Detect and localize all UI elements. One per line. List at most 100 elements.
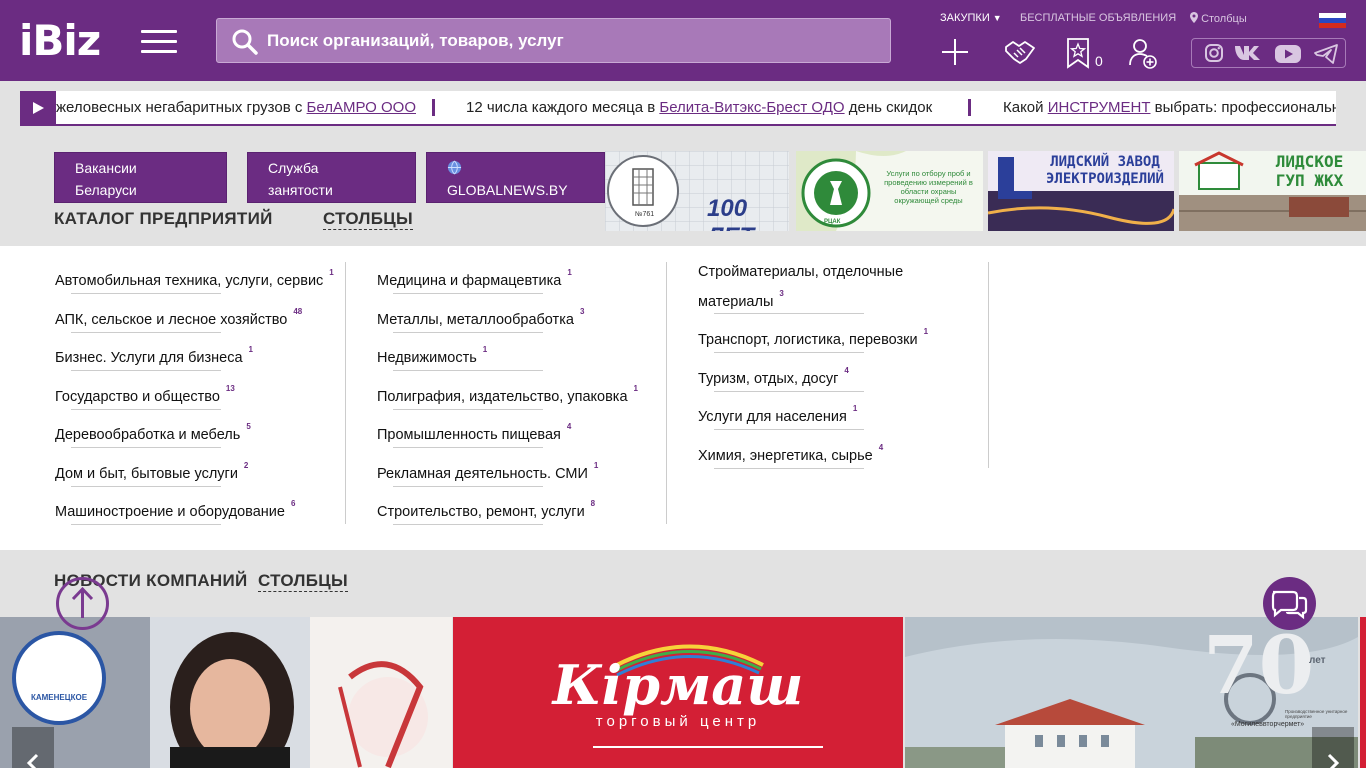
column-divider: [666, 262, 667, 524]
category-name: Промышленность пищевая: [377, 427, 561, 443]
ticker-link[interactable]: ИНСТРУМЕНТ: [1048, 99, 1151, 116]
category-count: 4: [566, 422, 572, 431]
category-count: 3: [579, 307, 585, 316]
chat-button[interactable]: [1263, 577, 1316, 630]
divider: [393, 524, 543, 525]
news-ticker: желовесных негабаритных грузов с БелАМРО…: [20, 91, 1336, 126]
catalog-category[interactable]: Государство и общество 13: [55, 378, 235, 408]
catalog-category[interactable]: Химия, энергетика, сырье 4: [698, 437, 883, 467]
youtube-icon[interactable]: [1274, 44, 1302, 69]
arrow-up-icon: [71, 586, 94, 618]
user-add-icon[interactable]: [1128, 37, 1158, 69]
menu-icon[interactable]: [141, 30, 177, 54]
category-count: 1: [482, 345, 488, 354]
ad-banner-lidskoe-gkh[interactable]: ЛИДСКОЕ ГУП ЖКХ: [1179, 151, 1366, 231]
catalog-category[interactable]: Промышленность пищевая 4: [377, 416, 571, 446]
purchases-link[interactable]: ЗАКУПКИ ▼: [940, 12, 1002, 24]
catalog-city-selector[interactable]: СТОЛБЦЫ: [323, 209, 413, 230]
city-selector[interactable]: Столбцы: [1190, 12, 1247, 25]
catalog-category[interactable]: Автомобильная техника, услуги, сервис 1: [55, 262, 334, 292]
category-name: Дом и быт, бытовые услуги: [55, 466, 238, 482]
news-card[interactable]: [1360, 617, 1366, 768]
anniversary-label: лет: [1309, 655, 1326, 666]
catalog-category[interactable]: Строительство, ремонт, услуги 8: [377, 493, 595, 523]
ticker-link[interactable]: БелАМРО ООО: [307, 99, 416, 116]
search-input[interactable]: [267, 19, 877, 62]
ad-subtext: №761: [635, 211, 655, 218]
catalog-category[interactable]: Деревообработка и мебель 5: [55, 416, 251, 446]
vacancies-button[interactable]: Вакансии Беларуси: [54, 152, 227, 203]
ticker-text: выбрать: профессиональны: [1150, 99, 1336, 116]
ticker-text: Какой: [1003, 99, 1048, 116]
catalog-category[interactable]: АПК, сельское и лесное хозяйство 48: [55, 301, 302, 331]
company-description: Производственное унитарное предприятие: [1285, 709, 1348, 719]
catalog-category[interactable]: Услуги для населения 1: [698, 398, 857, 428]
category-count: 8: [590, 499, 596, 508]
news-card[interactable]: 70 лет Производственное унитарное предпр…: [905, 617, 1358, 768]
employment-service-button[interactable]: Служба занятости: [247, 152, 416, 203]
catalog-category[interactable]: Медицина и фармацевтика 1: [377, 262, 572, 292]
ticker-text: 12 числа каждого месяца в: [466, 99, 660, 116]
language-flag-icon[interactable]: [1319, 13, 1346, 28]
ticker-text: день скидок: [844, 99, 933, 116]
ad-text: Услуги по отбору проб и проведению измер…: [884, 169, 973, 205]
category-count: 4: [844, 366, 849, 375]
catalog-category[interactable]: Рекламная деятельность. СМИ 1: [377, 455, 598, 485]
divider: [714, 468, 864, 469]
category-count: 1: [593, 461, 599, 470]
news-city-selector[interactable]: СТОЛБЦЫ: [258, 571, 348, 592]
search-box[interactable]: [216, 18, 891, 63]
category-count: 1: [567, 268, 572, 277]
instagram-icon[interactable]: [1204, 43, 1224, 68]
divider: [71, 447, 221, 448]
category-name: Услуги для населения: [698, 409, 847, 425]
carousel-prev-button[interactable]: [12, 727, 54, 768]
catalog-category[interactable]: Стройматериалы, отделочные материалы 3: [698, 261, 903, 313]
category-name: Государство и общество: [55, 389, 220, 405]
catalog-category[interactable]: Дом и быт, бытовые услуги 2: [55, 455, 248, 485]
news-card[interactable]: Кірмаш торговый центр: [453, 617, 903, 768]
globalnews-button[interactable]: GLOBALNEWS.BY: [426, 152, 605, 203]
play-icon[interactable]: [20, 91, 56, 124]
category-count: 1: [248, 345, 253, 354]
vk-icon[interactable]: [1234, 44, 1264, 67]
telegram-icon[interactable]: [1314, 44, 1338, 69]
news-card[interactable]: КАМЕНЕЦКОЕ: [0, 617, 452, 768]
carousel-next-button[interactable]: [1312, 727, 1354, 768]
star-icon[interactable]: [1066, 37, 1090, 69]
ticker-text: желовесных негабаритных грузов с: [56, 99, 307, 116]
ad-text: 100 ЛЕТ: [707, 195, 754, 231]
catalog-category[interactable]: Бизнес. Услуги для бизнеса 1: [55, 339, 253, 369]
catalog-category[interactable]: Полиграфия, издательство, упаковка 1: [377, 378, 638, 408]
catalog-category[interactable]: Металлы, металлообработка 3: [377, 301, 584, 331]
ad-text: ЛИДСКОЕ ГУП ЖКХ: [1275, 152, 1344, 190]
ad-banner-lidsky-zavod[interactable]: ЛИДСКИЙ ЗАВОД ЭЛЕКТРОИЗДЕЛИЙ: [988, 151, 1174, 231]
category-count: 1: [852, 404, 858, 413]
catalog-category[interactable]: Транспорт, логистика, перевозки 1: [698, 321, 928, 351]
free-ads-link[interactable]: БЕСПЛАТНЫЕ ОБЪЯВЛЕНИЯ: [1020, 12, 1176, 24]
catalog-category[interactable]: Туризм, отдых, досуг 4: [698, 360, 849, 390]
plus-icon[interactable]: [940, 37, 970, 67]
ticker-item: желовесных негабаритных грузов с БелАМРО…: [56, 91, 416, 124]
ticker-track: желовесных негабаритных грузов с БелАМРО…: [56, 91, 1336, 124]
category-name: Строительство, ремонт, услуги: [377, 504, 585, 520]
location-pin-icon: [1190, 12, 1198, 23]
category-name: Полиграфия, издательство, упаковка: [377, 389, 628, 405]
ticker-item: Какой ИНСТРУМЕНТ выбрать: профессиональн…: [1003, 91, 1336, 124]
catalog-category[interactable]: Недвижимость 1: [377, 339, 487, 369]
ticker-link[interactable]: Белита-Витэкс-Брест ОДО: [659, 99, 844, 116]
handshake-icon[interactable]: [1004, 37, 1036, 67]
divider: [714, 391, 864, 392]
city-label: Столбцы: [1201, 13, 1247, 25]
ticker-separator: [432, 99, 435, 116]
category-name: Туризм, отдых, досуг: [698, 371, 839, 387]
category-count: 1: [329, 268, 334, 277]
category-name: Транспорт, логистика, перевозки: [698, 332, 918, 348]
category-name: Машиностроение и оборудование: [55, 504, 285, 520]
catalog-category[interactable]: Машиностроение и оборудование 6: [55, 493, 295, 523]
logo[interactable]: iBiz: [19, 18, 101, 64]
scroll-up-button[interactable]: [56, 577, 109, 630]
globe-icon: [447, 157, 584, 179]
ad-banner-100-years[interactable]: 100 ЛЕТ №761: [605, 151, 789, 231]
ad-banner-rcak[interactable]: Услуги по отбору проб и проведению измер…: [796, 151, 983, 231]
